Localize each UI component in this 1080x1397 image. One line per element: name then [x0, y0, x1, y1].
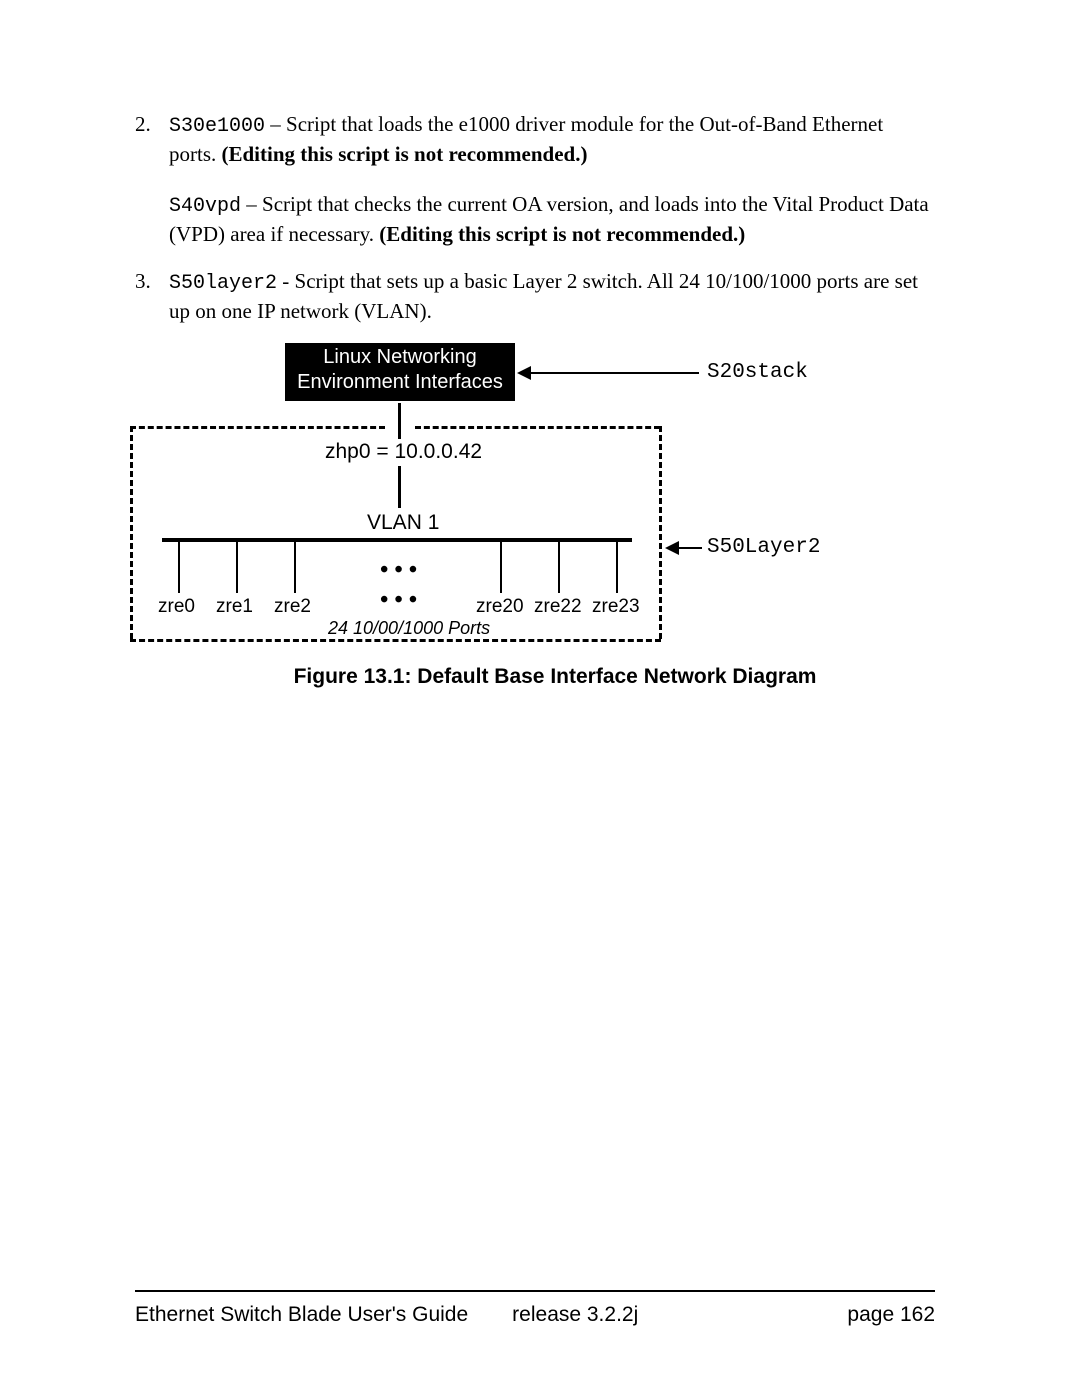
bold-warning: (Editing this script is not recommended.… — [222, 142, 588, 166]
port-line — [294, 538, 296, 593]
arrow-s20-line — [529, 372, 699, 374]
dashed-left — [130, 426, 133, 639]
ports-note: 24 10/00/1000 Ports — [328, 618, 490, 639]
diagram-title-line1: Linux Networking — [285, 345, 515, 370]
port-line — [558, 538, 560, 593]
dashed-right — [659, 426, 662, 639]
list-body: S30e1000 – Script that loads the e1000 d… — [169, 110, 935, 249]
footer-spacer — [638, 1303, 847, 1327]
footer-release: release 3.2.2j — [512, 1303, 638, 1327]
figure-caption: Figure 13.1: Default Base Interface Netw… — [175, 665, 935, 689]
diagram-title-line2: Environment Interfaces — [285, 370, 515, 395]
label-s20stack: S20stack — [707, 361, 808, 384]
port-line — [616, 538, 618, 593]
list-item-3: 3. S50layer2 - Script that sets up a bas… — [135, 267, 935, 325]
diagram-title-box: Linux Networking Environment Interfaces — [285, 343, 515, 401]
connector-line — [398, 403, 401, 439]
dashed-bottom — [130, 639, 661, 642]
paragraph-s40vpd: S40vpd – Script that checks the current … — [169, 190, 935, 248]
port-line — [236, 538, 238, 593]
footer-title: Ethernet Switch Blade User's Guide — [135, 1303, 468, 1327]
connector-line — [398, 466, 401, 508]
code-s30e1000: S30e1000 — [169, 115, 265, 138]
label-zhp0: zhp0 = 10.0.0.42 — [325, 440, 482, 464]
port-line — [178, 538, 180, 593]
ellipsis-icon: ••• — [380, 557, 423, 584]
footer-page-number: page 162 — [847, 1303, 935, 1327]
port-line — [500, 538, 502, 593]
list-item-2: 2. S30e1000 – Script that loads the e100… — [135, 110, 935, 249]
page-footer: Ethernet Switch Blade User's Guide relea… — [135, 1303, 935, 1327]
arrow-s50-line — [677, 547, 702, 549]
footer-separator — [135, 1290, 935, 1292]
port-label: zre20 — [476, 596, 524, 618]
bus-line — [162, 538, 632, 542]
label-vlan1: VLAN 1 — [367, 511, 439, 535]
page: 2. S30e1000 – Script that loads the e100… — [0, 0, 1080, 1397]
port-label: zre22 — [534, 596, 582, 618]
network-diagram: Linux Networking Environment Interfaces … — [130, 343, 930, 663]
port-label: zre0 — [158, 596, 195, 618]
port-label: zre1 — [216, 596, 253, 618]
port-label: zre23 — [592, 596, 640, 618]
code-s40vpd: S40vpd — [169, 195, 241, 218]
text-sep: – — [265, 112, 286, 136]
label-s50layer2: S50Layer2 — [707, 536, 820, 559]
bold-warning: (Editing this script is not recommended.… — [379, 222, 745, 246]
dashed-top — [130, 426, 385, 429]
text-sep: - — [277, 269, 295, 293]
list-body: S50layer2 - Script that sets up a basic … — [169, 267, 935, 325]
list-marker: 2. — [135, 110, 169, 249]
dashed-top — [415, 426, 660, 429]
list-marker: 3. — [135, 267, 169, 325]
ellipsis-icon: ••• — [380, 587, 423, 614]
text-sep: – — [241, 192, 262, 216]
code-s50layer2: S50layer2 — [169, 272, 277, 295]
port-label: zre2 — [274, 596, 311, 618]
